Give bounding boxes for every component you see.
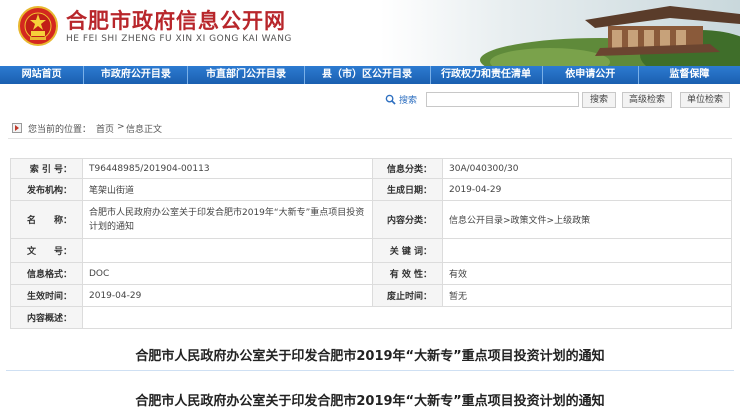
- format-label: 信息格式：: [10, 262, 83, 285]
- breadcrumb-prefix: 您当前的位置：: [28, 125, 92, 135]
- name-label: 名 称：: [10, 200, 83, 239]
- nav-power-list[interactable]: 行政权力和责任清单: [431, 66, 543, 84]
- search-button[interactable]: 搜索: [582, 92, 616, 108]
- nav-apply-disclosure[interactable]: 依申请公开: [543, 66, 639, 84]
- created-date-label: 生成日期：: [372, 178, 443, 201]
- nav-home[interactable]: 网站首页: [0, 66, 85, 84]
- table-row: 生效时间： 2019-04-29 废止时间： 暂无: [10, 284, 732, 307]
- table-row: 文 号： 关 键 词：: [10, 238, 732, 263]
- table-row: 信息格式： DOC 有 效 性： 有效: [10, 262, 732, 285]
- format-value: DOC: [82, 262, 373, 285]
- doc-number-value: [82, 238, 373, 263]
- document-metadata-table: 索 引 号： T96448985/201904-00113 信息分类： 30A/…: [10, 158, 732, 329]
- keywords-label: 关 键 词：: [372, 238, 443, 263]
- nav-city-gov-directory[interactable]: 市政府公开目录: [84, 66, 189, 84]
- index-value: T96448985/201904-00113: [82, 158, 373, 179]
- summary-label: 内容概述：: [10, 306, 83, 329]
- category-label: 信息分类：: [372, 158, 443, 179]
- breadcrumb: 您当前的位置： 首页 > 信息正文: [8, 118, 732, 139]
- table-row: 发布机构： 笔架山街道 生成日期： 2019-04-29: [10, 178, 732, 201]
- table-row: 内容概述：: [10, 306, 732, 329]
- table-row: 索 引 号： T96448985/201904-00113 信息分类： 30A/…: [10, 158, 732, 179]
- validity-value: 有效: [442, 262, 732, 285]
- created-date-value: 2019-04-29: [442, 178, 732, 201]
- index-label: 索 引 号：: [10, 158, 83, 179]
- document-title-repeat: 合肥市人民政府办公室关于印发合肥市2019年“大新专”重点项目投资计划的通知: [135, 394, 605, 409]
- search-label: 搜索: [399, 96, 418, 106]
- pavilion-banner-image: [380, 0, 740, 66]
- nav-supervision[interactable]: 监督保障: [639, 66, 740, 84]
- nav-city-dept-directory[interactable]: 市直部门公开目录: [188, 66, 305, 84]
- title-divider: [6, 370, 734, 371]
- site-title: 合肥市政府信息公开网: [66, 9, 286, 33]
- site-pinyin: HE FEI SHI ZHENG FU XIN XI GONG KAI WANG: [66, 34, 292, 44]
- breadcrumb-home[interactable]: 首页: [96, 122, 114, 135]
- summary-value: [82, 306, 732, 329]
- search-bar: 搜索 搜索 高级检索 单位检索: [0, 90, 740, 110]
- table-row: 名 称： 合肥市人民政府办公室关于印发合肥市2019年“大新专”重点项目投资计划…: [10, 200, 732, 239]
- content-category-value: 信息公开目录>政策文件>上级政策: [442, 200, 732, 239]
- breadcrumb-current: 信息正文: [126, 125, 163, 135]
- validity-label: 有 效 性：: [372, 262, 443, 285]
- publisher-label: 发布机构：: [10, 178, 83, 201]
- document-title: 合肥市人民政府办公室关于印发合肥市2019年“大新专”重点项目投资计划的通知: [135, 349, 605, 364]
- search-input[interactable]: [426, 92, 579, 107]
- category-value: 30A/040300/30: [442, 158, 732, 179]
- national-emblem-icon: [18, 6, 58, 46]
- abolish-date-label: 废止时间：: [372, 284, 443, 307]
- name-value: 合肥市人民政府办公室关于印发合肥市2019年“大新专”重点项目投资计划的通知: [82, 200, 373, 239]
- content-category-label: 内容分类：: [372, 200, 443, 239]
- breadcrumb-separator: >: [117, 122, 125, 132]
- location-arrow-icon: [12, 123, 22, 133]
- doc-number-label: 文 号：: [10, 238, 83, 263]
- unit-search-button[interactable]: 单位检索: [680, 92, 730, 108]
- main-nav: 网站首页 市政府公开目录 市直部门公开目录 县（市）区公开目录 行政权力和责任清…: [0, 66, 740, 84]
- abolish-date-value: 暂无: [442, 284, 732, 307]
- site-header: 合肥市政府信息公开网 HE FEI SHI ZHENG FU XIN XI GO…: [0, 0, 740, 66]
- search-icon: [385, 94, 396, 105]
- effective-date-label: 生效时间：: [10, 284, 83, 307]
- effective-date-value: 2019-04-29: [82, 284, 373, 307]
- publisher-value: 笔架山街道: [82, 178, 373, 201]
- keywords-value: [442, 238, 732, 263]
- nav-county-directory[interactable]: 县（市）区公开目录: [305, 66, 431, 84]
- advanced-search-button[interactable]: 高级检索: [622, 92, 672, 108]
